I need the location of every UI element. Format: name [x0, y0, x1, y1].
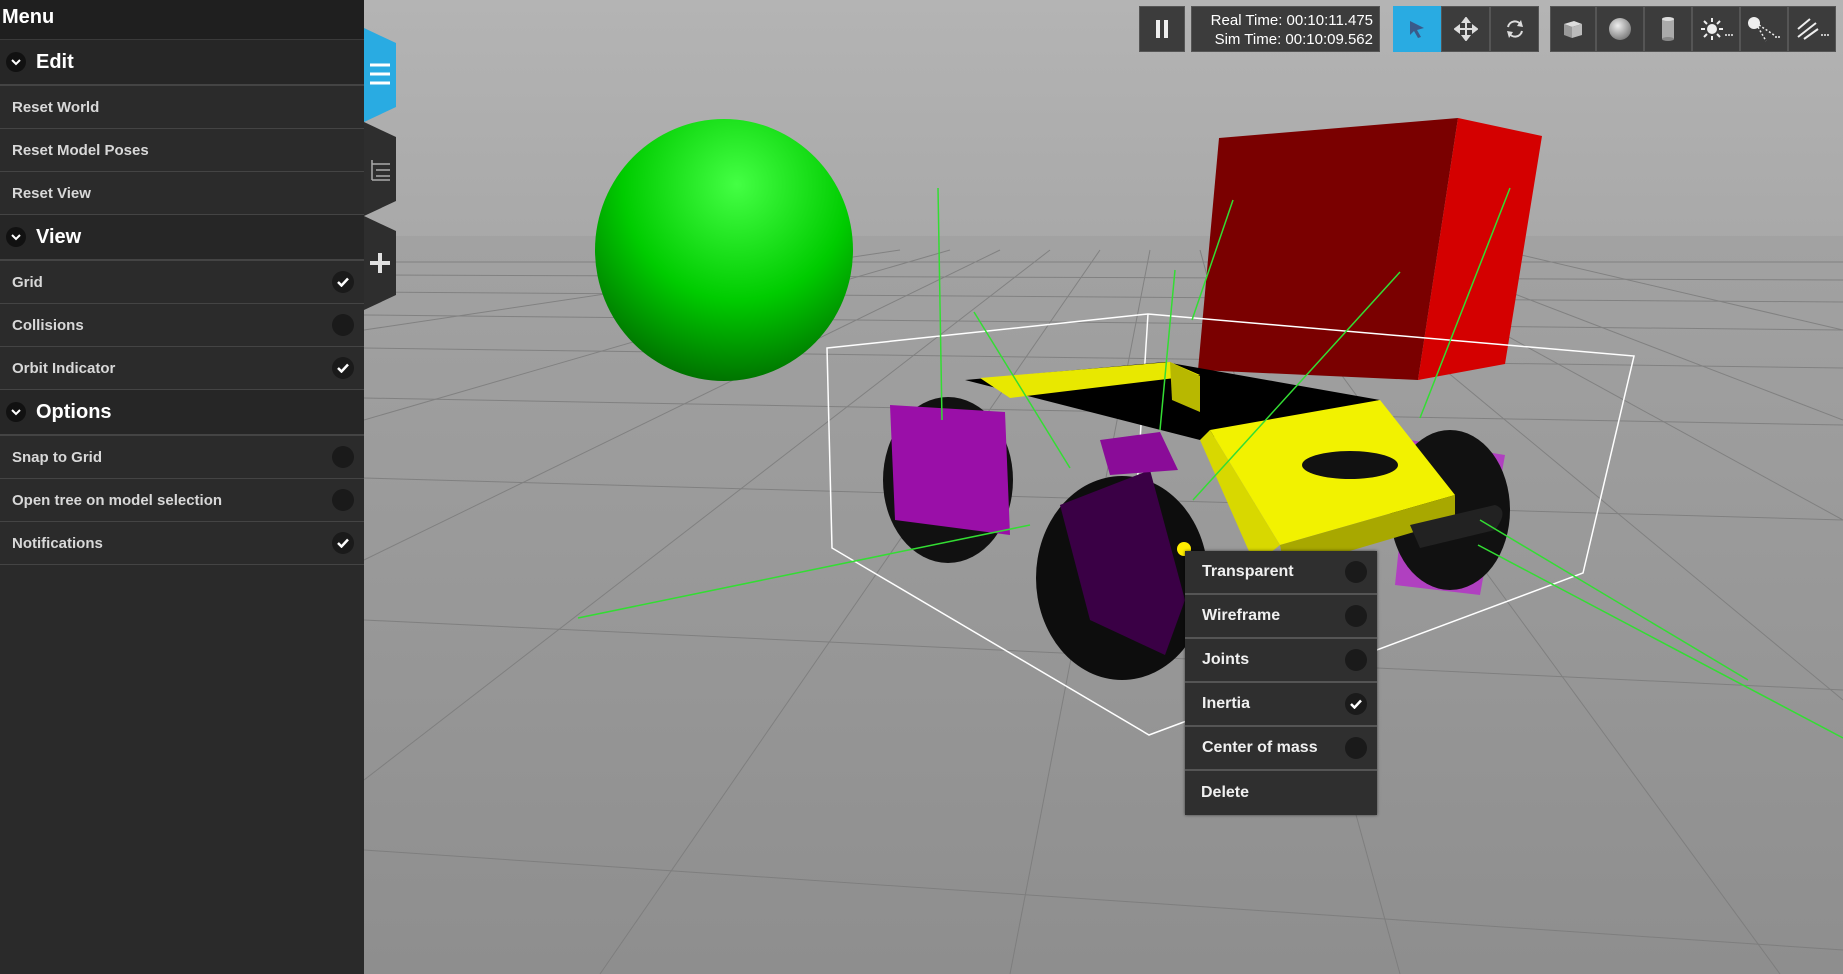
sun-light-icon — [1701, 18, 1733, 40]
reset-model-poses-item[interactable]: Reset Model Poses — [0, 129, 364, 172]
model-context-menu: Transparent Wireframe Joints Inertia Cen… — [1185, 551, 1377, 815]
notifications-toggle[interactable]: Notifications — [0, 522, 364, 565]
left-menu-panel: Menu Edit Reset World Reset Model Poses … — [0, 0, 364, 974]
option-label: Wireframe — [1202, 607, 1281, 624]
spotlight-icon — [1748, 17, 1780, 42]
unchecked-circle-icon[interactable] — [1345, 561, 1367, 583]
wireframe-option[interactable]: Wireframe — [1185, 595, 1377, 639]
snap-to-grid-toggle[interactable]: Snap to Grid — [0, 436, 364, 479]
checkmark-icon[interactable] — [332, 271, 354, 293]
menu-tab[interactable] — [364, 28, 396, 122]
select-tool-button[interactable] — [1393, 6, 1441, 52]
orbit-indicator-toggle[interactable]: Orbit Indicator — [0, 347, 364, 390]
insert-box-button[interactable] — [1550, 6, 1596, 52]
item-label: Notifications — [12, 534, 103, 552]
insert-sphere-button[interactable] — [1596, 6, 1644, 52]
unchecked-circle-icon[interactable] — [332, 446, 354, 468]
section-options[interactable]: Options — [0, 390, 364, 436]
item-label: Reset View — [12, 184, 91, 202]
center-of-mass-option[interactable]: Center of mass — [1185, 727, 1377, 771]
section-label: Edit — [36, 50, 74, 73]
rotate-icon — [1506, 20, 1523, 38]
item-label: Snap to Grid — [12, 448, 102, 466]
unchecked-circle-icon[interactable] — [1345, 605, 1367, 627]
open-tree-toggle[interactable]: Open tree on model selection — [0, 479, 364, 522]
real-time: Real Time: 00:10:11.475 — [1210, 12, 1373, 29]
reset-view-item[interactable]: Reset View — [0, 172, 364, 215]
pause-icon — [1156, 20, 1168, 38]
red-box[interactable] — [1198, 118, 1542, 380]
insert-point-light-button[interactable] — [1692, 6, 1740, 52]
inertia-option[interactable]: Inertia — [1185, 683, 1377, 727]
insert-spot-light-button[interactable] — [1740, 6, 1788, 52]
unchecked-circle-icon[interactable] — [332, 314, 354, 336]
option-label: Center of mass — [1202, 739, 1318, 756]
rotate-tool-button[interactable] — [1490, 6, 1539, 52]
directional-light-icon — [1797, 18, 1829, 40]
delete-option[interactable]: Delete — [1185, 771, 1377, 815]
section-edit[interactable]: Edit — [0, 40, 364, 86]
grid-toggle[interactable]: Grid — [0, 261, 364, 304]
sphere-icon — [1609, 18, 1631, 40]
item-label: Grid — [12, 273, 43, 291]
chevron-down-icon — [6, 52, 26, 72]
checkmark-icon[interactable] — [332, 357, 354, 379]
option-label: Joints — [1202, 651, 1250, 668]
unchecked-circle-icon[interactable] — [332, 489, 354, 511]
move-arrows-icon — [1453, 17, 1478, 41]
pause-button[interactable] — [1139, 6, 1185, 52]
checkmark-icon[interactable] — [332, 532, 354, 554]
collisions-toggle[interactable]: Collisions — [0, 304, 364, 347]
cursor-arrow-icon — [1410, 21, 1424, 38]
option-label: Inertia — [1202, 695, 1251, 712]
sim-time: Sim Time: 00:10:09.562 — [1214, 31, 1373, 48]
insert-tab[interactable] — [364, 216, 396, 310]
chevron-down-icon — [6, 402, 26, 422]
insert-directional-light-button[interactable] — [1788, 6, 1836, 52]
section-label: View — [36, 225, 82, 248]
time-display: Real Time: 00:10:11.475 Sim Time: 00:10:… — [1191, 6, 1380, 52]
cylinder-icon — [1662, 17, 1674, 41]
reset-world-item[interactable]: Reset World — [0, 86, 364, 129]
item-label: Reset Model Poses — [12, 141, 149, 159]
section-label: Options — [36, 400, 112, 423]
box-icon — [1564, 21, 1582, 38]
menu-title: Menu — [0, 0, 364, 40]
chevron-down-icon — [6, 227, 26, 247]
green-sphere[interactable] — [595, 119, 853, 381]
joints-option[interactable]: Joints — [1185, 639, 1377, 683]
item-label: Collisions — [12, 316, 84, 334]
translate-tool-button[interactable] — [1441, 6, 1490, 52]
item-label: Open tree on model selection — [12, 491, 223, 509]
insert-cylinder-button[interactable] — [1644, 6, 1692, 52]
checkmark-icon[interactable] — [1345, 693, 1367, 715]
item-label: Orbit Indicator — [12, 359, 116, 377]
unchecked-circle-icon[interactable] — [1345, 737, 1367, 759]
transparent-option[interactable]: Transparent — [1185, 551, 1377, 595]
section-view[interactable]: View — [0, 215, 364, 261]
item-label: Reset World — [12, 98, 100, 116]
option-label: Delete — [1201, 784, 1250, 801]
unchecked-circle-icon[interactable] — [1345, 649, 1367, 671]
model-tree-tab[interactable] — [364, 122, 396, 216]
option-label: Transparent — [1202, 563, 1294, 580]
